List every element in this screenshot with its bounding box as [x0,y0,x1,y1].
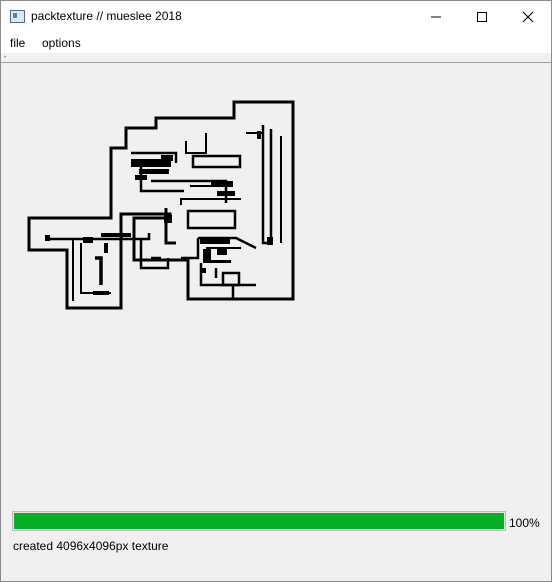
maximize-button[interactable] [459,1,505,32]
close-button[interactable] [505,1,551,32]
progress-bar [12,511,506,531]
texture-preview [1,63,551,503]
texture-preview-image [27,100,295,310]
minimize-button[interactable] [413,1,459,32]
close-icon [522,11,534,22]
maximize-icon [477,11,487,22]
progress-label: 100% [509,516,540,530]
toolbar-grip: • [4,55,7,61]
minimize-icon [431,16,441,17]
menu-file[interactable]: file [10,36,25,50]
window-title: packtexture // mueslee 2018 [31,9,182,23]
title-bar[interactable]: packtexture // mueslee 2018 [1,1,551,32]
menu-options[interactable]: options [42,36,81,50]
app-icon [10,10,25,23]
progress-fill [14,513,504,529]
status-text: created 4096x4096px texture [13,539,169,553]
app-window: packtexture // mueslee 2018 file options… [0,0,552,582]
menu-bar: file options [1,32,551,53]
